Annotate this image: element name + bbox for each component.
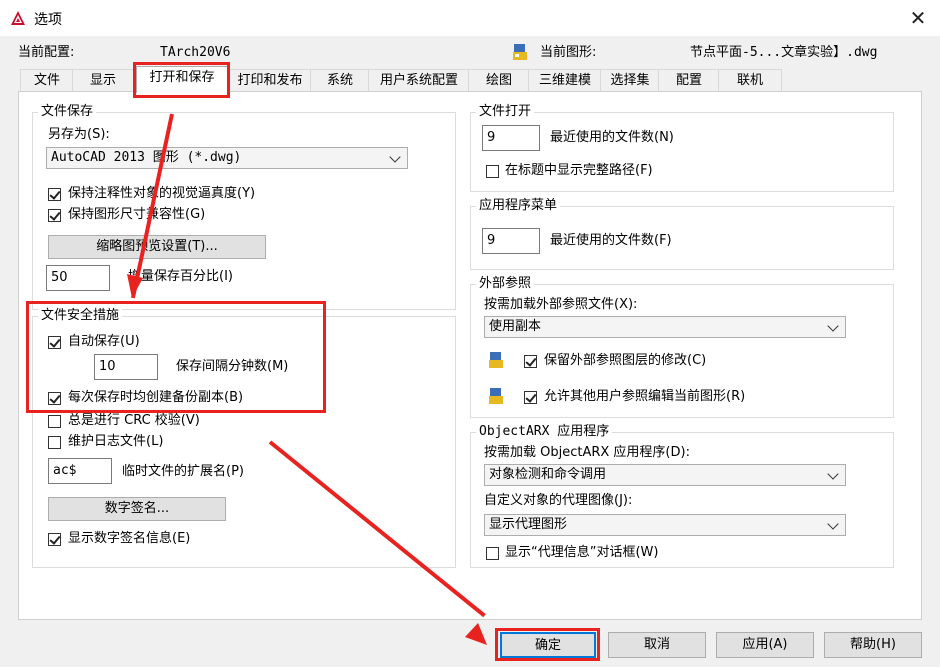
arrowhead-icon <box>127 274 143 298</box>
annotation-arrowheads <box>127 274 487 645</box>
arrowhead-icon <box>465 623 487 645</box>
